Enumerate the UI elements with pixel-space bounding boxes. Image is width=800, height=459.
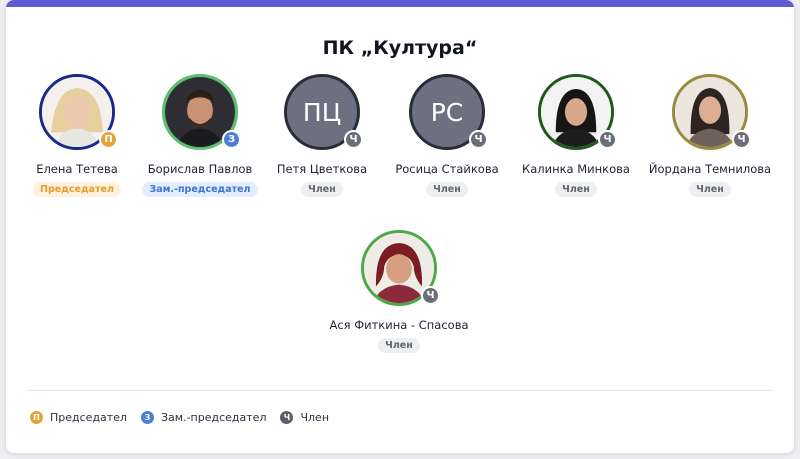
role-pill: Член: [301, 182, 343, 197]
legend-label: Зам.-председател: [161, 411, 267, 424]
role-badge-icon: Ч: [344, 130, 363, 149]
deputy-badge-icon: З: [141, 411, 154, 424]
role-pill: Член: [555, 182, 597, 197]
member-card-asya-fitkina-spasova[interactable]: Ч Ася Фиткина - Спасова Член: [329, 230, 469, 353]
accent-bar: [6, 0, 794, 7]
legend-label: Председател: [50, 411, 127, 424]
role-badge-icon: Ч: [421, 286, 440, 305]
member-badge-icon: Ч: [280, 411, 294, 424]
member-name: Калинка Минкова: [522, 162, 630, 176]
role-badge-icon: Ч: [732, 130, 751, 149]
member-name: Йордана Темнилова: [648, 162, 772, 176]
chair-badge-icon: П: [30, 411, 43, 424]
member-name: Елена Тетева: [36, 162, 118, 176]
role-badge-icon: Ч: [598, 130, 617, 149]
member-card-yordana-temnilova[interactable]: Ч Йордана Темнилова Член: [640, 74, 780, 197]
committee-card: ПК „Култура“ П Елена Тетева Председател: [6, 0, 794, 453]
member-card-borislav-pavlov[interactable]: З Борислав Павлов Зам.-председател: [130, 74, 270, 197]
role-pill: Член: [426, 182, 468, 197]
role-badge-icon: П: [99, 130, 118, 149]
member-card-elena-teteva[interactable]: П Елена Тетева Председател: [7, 74, 147, 197]
role-badge-icon: Ч: [469, 130, 488, 149]
legend-item-deputy: З Зам.-председател: [141, 411, 266, 424]
role-legend: П Председател З Зам.-председател Ч Член: [30, 411, 343, 424]
role-pill: Член: [378, 338, 420, 353]
member-name: Росица Стайкова: [395, 162, 499, 176]
divider: [28, 390, 772, 391]
role-pill: Зам.-председател: [142, 182, 258, 197]
legend-label: Член: [300, 411, 330, 424]
member-card-kalinka-minkova[interactable]: Ч Калинка Минкова Член: [506, 74, 646, 197]
member-name: Ася Фиткина - Спасова: [329, 318, 469, 332]
member-card-petya-tsvetkova[interactable]: ПЦ Ч Петя Цветкова Член: [252, 74, 392, 197]
page-title: ПК „Култура“: [322, 37, 478, 59]
role-pill: Член: [689, 182, 731, 197]
legend-item-chair: П Председател: [30, 411, 127, 424]
member-card-rositsa-staykova[interactable]: РС Ч Росица Стайкова Член: [377, 74, 517, 197]
legend-item-member: Ч Член: [280, 411, 329, 424]
member-name: Борислав Павлов: [147, 162, 253, 176]
role-pill: Председател: [33, 182, 121, 197]
role-badge-icon: З: [222, 130, 241, 149]
member-name: Петя Цветкова: [276, 162, 368, 176]
